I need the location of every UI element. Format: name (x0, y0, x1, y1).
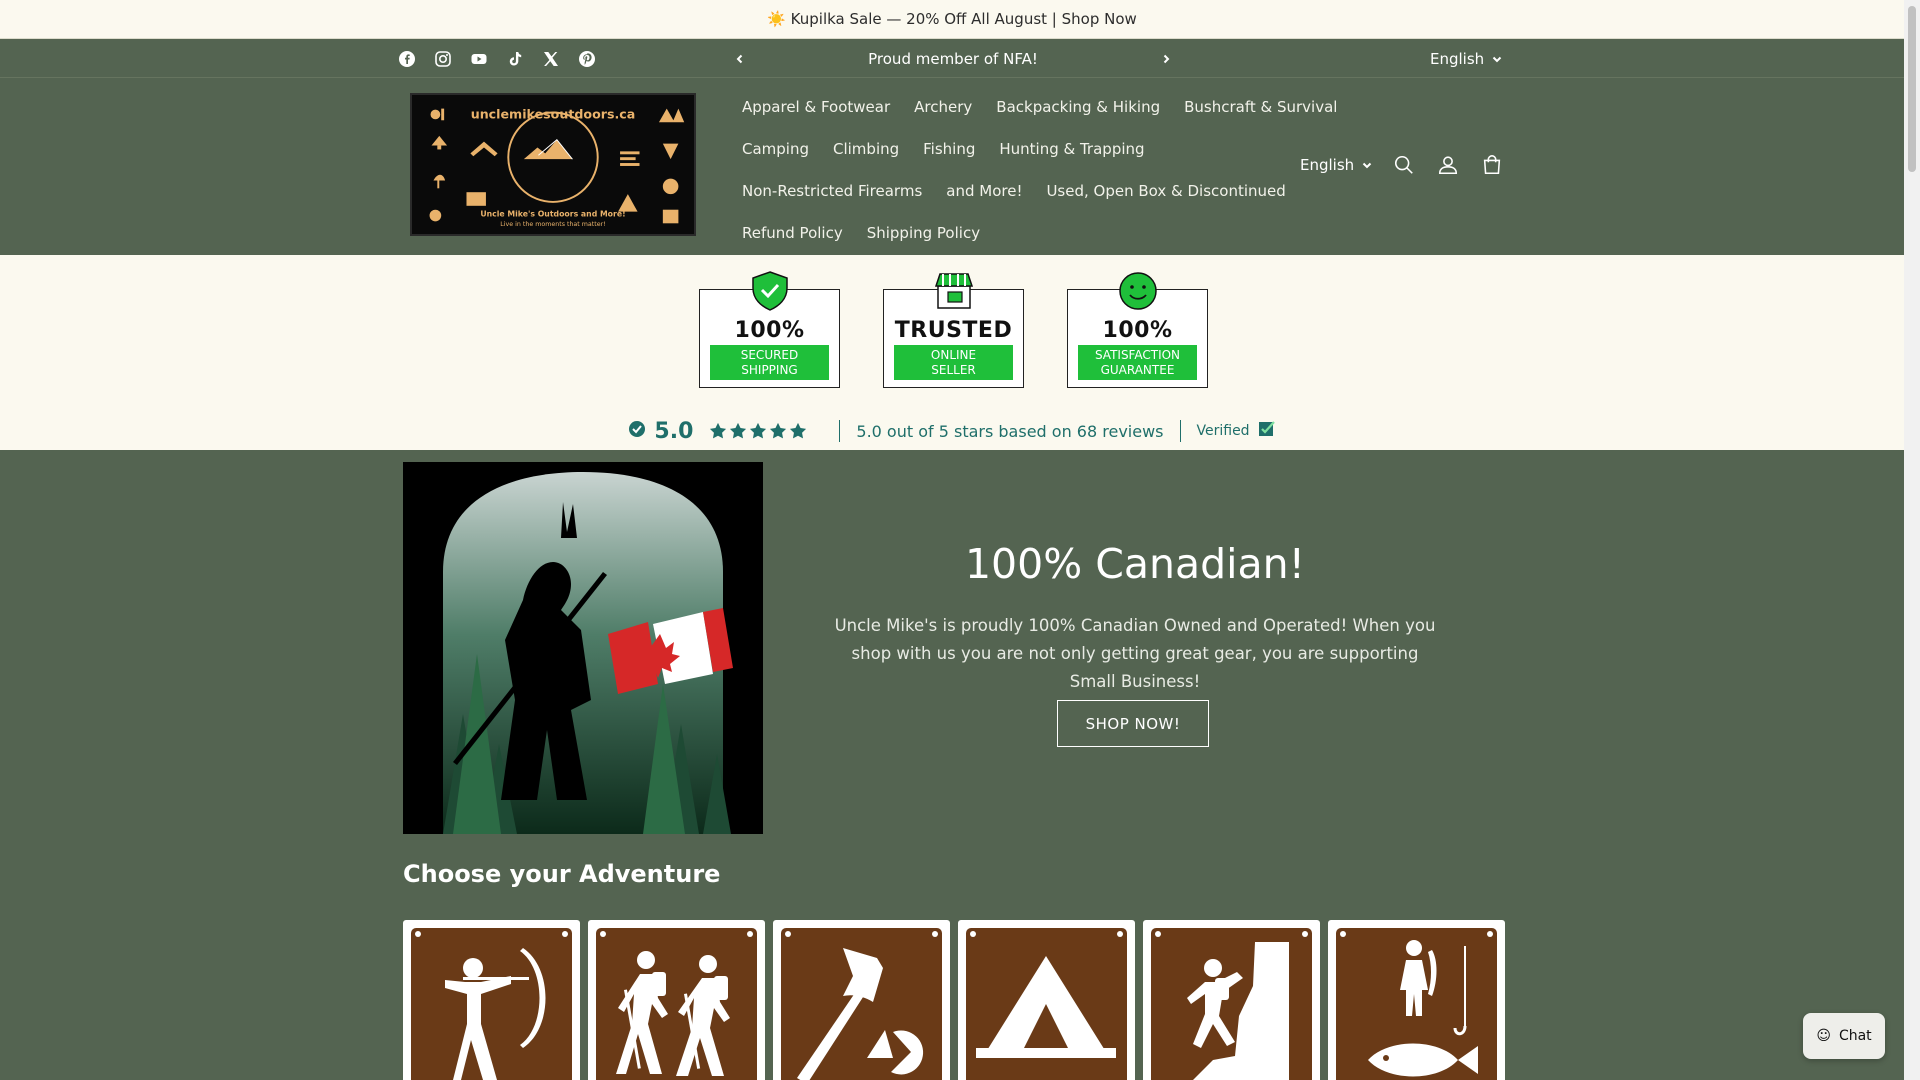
store-logo[interactable]: unclemikesoutdoors.ca Uncle Mike's Outdo… (410, 93, 696, 236)
hiking-icon (616, 951, 730, 1076)
language-label: English (1300, 156, 1355, 174)
tiktok-icon[interactable] (507, 51, 523, 67)
hero-title: 100% Canadian! (964, 540, 1306, 588)
instagram-icon[interactable] (435, 50, 451, 67)
chat-label: Chat (1838, 1028, 1872, 1044)
star-icon (790, 422, 807, 439)
nav-non-restricted-firearms[interactable]: Non-Restricted Firearms (742, 182, 922, 200)
fishing-icon (1368, 940, 1478, 1077)
storefront-icon (934, 273, 973, 309)
nav-refund-policy[interactable]: Refund Policy (742, 224, 843, 242)
search-icon[interactable] (1392, 153, 1416, 177)
social-links (399, 39, 595, 78)
hero-image-sasquatch-flag (403, 462, 763, 834)
divider (1179, 420, 1181, 442)
badge-subtext: SECURED SHIPPING (710, 345, 829, 380)
logo-text: unclemikesoutdoors.ca (471, 106, 636, 121)
site-header: unclemikesoutdoors.ca Uncle Mike's Outdo… (0, 78, 1904, 255)
x-twitter-icon[interactable] (543, 51, 559, 67)
language-selector[interactable]: English (1300, 156, 1372, 174)
youtube-icon[interactable] (471, 51, 487, 67)
adventure-tile-bushcraft[interactable] (773, 920, 950, 1080)
smiley-icon (1118, 272, 1157, 310)
announcement-text[interactable]: ☀️ Kupilka Sale — 20% Off All August | S… (767, 10, 1137, 28)
star-icon (710, 422, 727, 439)
adventure-section-title: Choose your Adventure (403, 860, 721, 888)
badge-subtext: ONLINE SELLER (894, 345, 1013, 380)
verified-label: Verified (1196, 423, 1250, 439)
logo-subtagline: Live in the moments that matter! (500, 221, 605, 228)
bushcraft-axe-icon (797, 948, 924, 1080)
announcement-bar[interactable]: ☀️ Kupilka Sale — 20% Off All August | S… (0, 0, 1904, 39)
climbing-icon (1187, 942, 1289, 1080)
main-navigation: Apparel & Footwear Archery Backpacking &… (730, 86, 1337, 254)
nav-row: Apparel & Footwear Archery Backpacking &… (730, 86, 1337, 128)
adventure-tile-camping[interactable] (958, 920, 1135, 1080)
language-label: English (1430, 49, 1485, 68)
nav-camping[interactable]: Camping (742, 140, 809, 158)
chat-button[interactable]: ☺ Chat (1803, 1013, 1885, 1059)
adventure-tile-hiking[interactable] (588, 920, 765, 1080)
review-score: 5.0 (654, 418, 694, 444)
nav-row: Camping Climbing Fishing Hunting & Trapp… (730, 128, 1290, 170)
language-selector-top[interactable]: English (1430, 39, 1502, 78)
scrollbar-thumb[interactable] (1908, 6, 1916, 172)
verified-check-icon (628, 420, 646, 442)
utility-bar: Proud member of NFA! English (0, 39, 1904, 78)
nav-backpacking-hiking[interactable]: Backpacking & Hiking (996, 98, 1160, 116)
chevron-right-icon[interactable] (1154, 47, 1178, 71)
nav-row: Non-Restricted Firearms and More! Used, … (730, 170, 1290, 212)
chat-smiley-icon: ☺ (1816, 1028, 1831, 1044)
header-tools: English (1300, 150, 1504, 180)
nav-archery[interactable]: Archery (914, 98, 972, 116)
nav-apparel-footwear[interactable]: Apparel & Footwear (742, 98, 890, 116)
shop-now-button[interactable]: SHOP NOW! (1057, 700, 1209, 747)
trust-section: 100% SECURED SHIPPING TRUSTED ONLINE SELLE… (0, 255, 1904, 450)
trust-badge-trusted-seller: TRUSTED ONLINE SELLER (883, 273, 1024, 388)
logo-tagline: Uncle Mike's Outdoors and More! (480, 210, 625, 219)
verified-badge-icon (1258, 420, 1276, 442)
promo-carousel: Proud member of NFA! (728, 39, 1178, 78)
nav-hunting-trapping[interactable]: Hunting & Trapping (999, 140, 1144, 158)
nav-and-more[interactable]: and More! (946, 182, 1022, 200)
camping-tent-icon (976, 956, 1116, 1058)
badge-subtext: SATISFACTION GUARANTEE (1078, 345, 1197, 380)
review-summary: 5.0 out of 5 stars based on 68 reviews (856, 421, 1164, 441)
star-icon (730, 422, 747, 439)
star-rating (709, 422, 807, 440)
cart-icon[interactable] (1480, 153, 1504, 177)
chevron-down-icon (1362, 156, 1372, 174)
nav-used-open-box[interactable]: Used, Open Box & Discontinued (1046, 182, 1285, 200)
archery-icon (445, 948, 546, 1080)
account-icon[interactable] (1436, 153, 1460, 177)
facebook-icon[interactable] (399, 50, 415, 67)
divider (839, 420, 841, 442)
chevron-left-icon[interactable] (728, 47, 752, 71)
pinterest-icon[interactable] (579, 50, 595, 67)
badge-heading: TRUSTED (894, 318, 1013, 343)
adventure-tile-fishing[interactable] (1328, 920, 1505, 1080)
shield-check-icon (751, 271, 788, 311)
reviews-widget[interactable]: 5.0 5.0 out of 5 stars based on 68 revie… (0, 417, 1904, 445)
badge-heading: 100% (734, 318, 805, 343)
adventure-tiles (403, 920, 1505, 1080)
nav-climbing[interactable]: Climbing (833, 140, 899, 158)
promo-text: Proud member of NFA! (868, 49, 1038, 68)
badge-heading: 100% (1102, 318, 1173, 343)
hero-description: Uncle Mike's is proudly 100% Canadian Ow… (834, 616, 1436, 691)
nav-shipping-policy[interactable]: Shipping Policy (867, 224, 980, 242)
nav-row: Refund Policy Shipping Policy (730, 212, 1290, 254)
star-icon (750, 422, 767, 439)
adventure-tile-climbing[interactable] (1143, 920, 1320, 1080)
chevron-down-icon (1492, 50, 1502, 68)
trust-badge-satisfaction: 100% SATISFACTION GUARANTEE (1067, 272, 1208, 388)
nav-fishing[interactable]: Fishing (923, 140, 975, 158)
trust-badge-secured-shipping: 100% SECURED SHIPPING (699, 271, 840, 388)
adventure-tile-archery[interactable] (403, 920, 580, 1080)
nav-bushcraft-survival[interactable]: Bushcraft & Survival (1184, 98, 1337, 116)
page-scrollbar[interactable] (1904, 0, 1920, 1080)
star-icon (770, 422, 787, 439)
